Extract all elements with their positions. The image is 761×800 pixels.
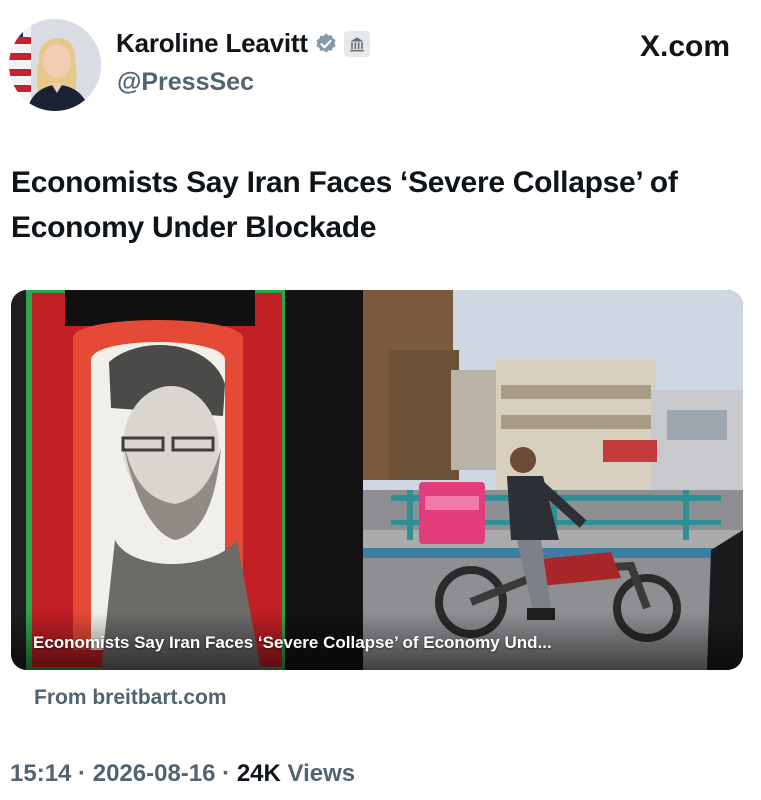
post-text: Economists Say Iran Faces ‘Severe Collap… (11, 166, 678, 244)
post-meta: 15:14 · 2026-08-16 · 24K Views (10, 760, 355, 788)
meta-separator: · (215, 760, 237, 787)
card-caption-overlay: Economists Say Iran Faces ‘Severe Collap… (11, 612, 743, 670)
views-count: 24K (236, 760, 281, 787)
x-brand-label: X.com (639, 30, 730, 63)
avatar[interactable] (9, 19, 101, 111)
author-name-row: Karoline Leavitt (116, 28, 370, 59)
user-handle[interactable]: @PressSec (117, 68, 254, 97)
meta-separator: · (71, 760, 93, 787)
post-date[interactable]: 2026-08-16 (93, 760, 216, 787)
views-label: Views (280, 760, 356, 787)
tweet-post[interactable]: Karoline Leavitt @PressSec X.com Economi… (0, 0, 761, 800)
post-time[interactable]: 15:14 (10, 760, 71, 787)
card-source-link[interactable]: From breitbart.com (34, 686, 227, 710)
government-seal-icon (343, 30, 370, 57)
card-title: Economists Say Iran Faces ‘Severe Collap… (33, 633, 552, 652)
link-preview-card[interactable]: Economists Say Iran Faces ‘Severe Collap… (11, 290, 743, 670)
display-name[interactable]: Karoline Leavitt (116, 28, 308, 59)
verified-badge-icon (314, 32, 338, 56)
